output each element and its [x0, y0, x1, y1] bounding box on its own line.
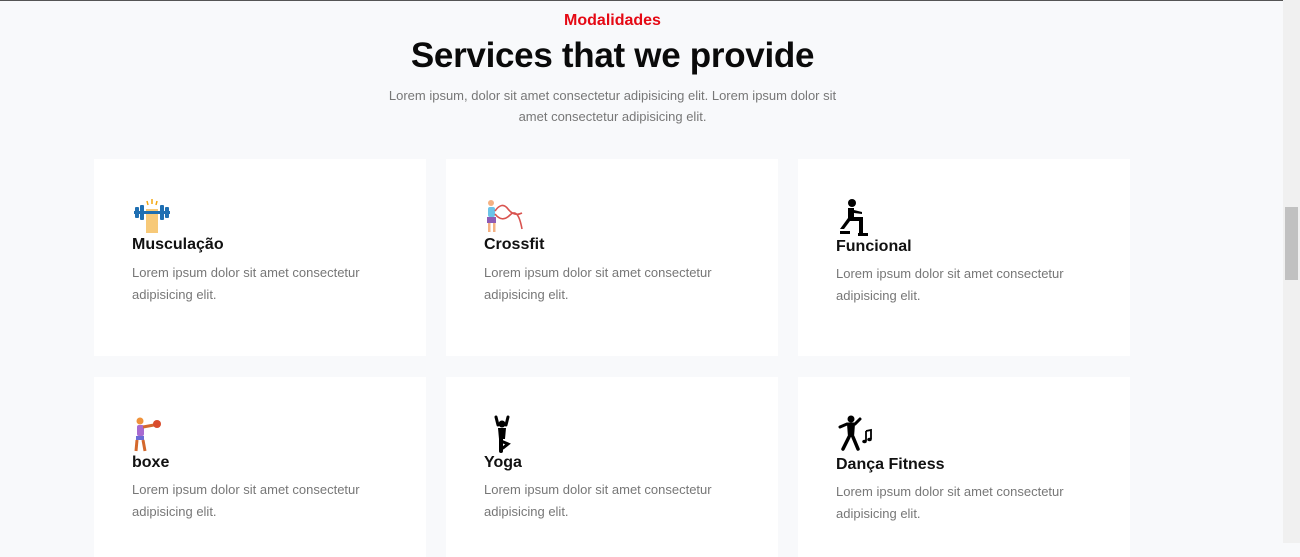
service-text: Lorem ipsum dolor sit amet consectetur a…: [484, 482, 712, 519]
scrollbar-thumb[interactable]: [1285, 207, 1298, 280]
service-card-boxe[interactable]: boxe Lorem ipsum dolor sit amet consecte…: [94, 377, 426, 557]
service-card-yoga[interactable]: Yoga Lorem ipsum dolor sit amet consecte…: [446, 377, 778, 557]
battle-ropes-icon: [484, 199, 524, 235]
service-title: Funcional: [836, 238, 912, 255]
vertical-scrollbar[interactable]: [1283, 0, 1300, 543]
service-title: Crossfit: [484, 236, 545, 253]
yoga-pose-icon: [484, 415, 524, 453]
service-card-funcional[interactable]: Funcional Lorem ipsum dolor sit amet con…: [798, 159, 1130, 356]
service-title: Yoga: [484, 454, 522, 471]
service-text: Lorem ipsum dolor sit amet consectetur a…: [836, 266, 1064, 303]
service-title: Dança Fitness: [836, 456, 945, 473]
service-card-crossfit[interactable]: Crossfit Lorem ipsum dolor sit amet cons…: [446, 159, 778, 356]
dancing-icon: [836, 415, 876, 451]
lunge-exercise-icon: [836, 199, 876, 236]
service-text: Lorem ipsum dolor sit amet consectetur a…: [132, 482, 360, 519]
service-title: boxe: [132, 454, 170, 471]
service-card-danca-fitness[interactable]: Dança Fitness Lorem ipsum dolor sit amet…: [798, 377, 1130, 557]
service-card-musculacao[interactable]: Musculação Lorem ipsum dolor sit amet co…: [94, 159, 426, 356]
service-text: Lorem ipsum dolor sit amet consectetur a…: [836, 484, 1064, 521]
service-text: Lorem ipsum dolor sit amet consectetur a…: [132, 265, 360, 302]
section-title: Services that we provide: [410, 36, 815, 75]
service-text: Lorem ipsum dolor sit amet consectetur a…: [484, 265, 712, 302]
weightlifting-icon: [132, 199, 172, 235]
boxing-icon: [132, 417, 172, 453]
section-description: Lorem ipsum, dolor sit amet consectetur …: [388, 88, 837, 124]
section-eyebrow: Modalidades: [564, 12, 661, 29]
service-title: Musculação: [132, 236, 224, 253]
top-border: [0, 0, 1300, 1]
